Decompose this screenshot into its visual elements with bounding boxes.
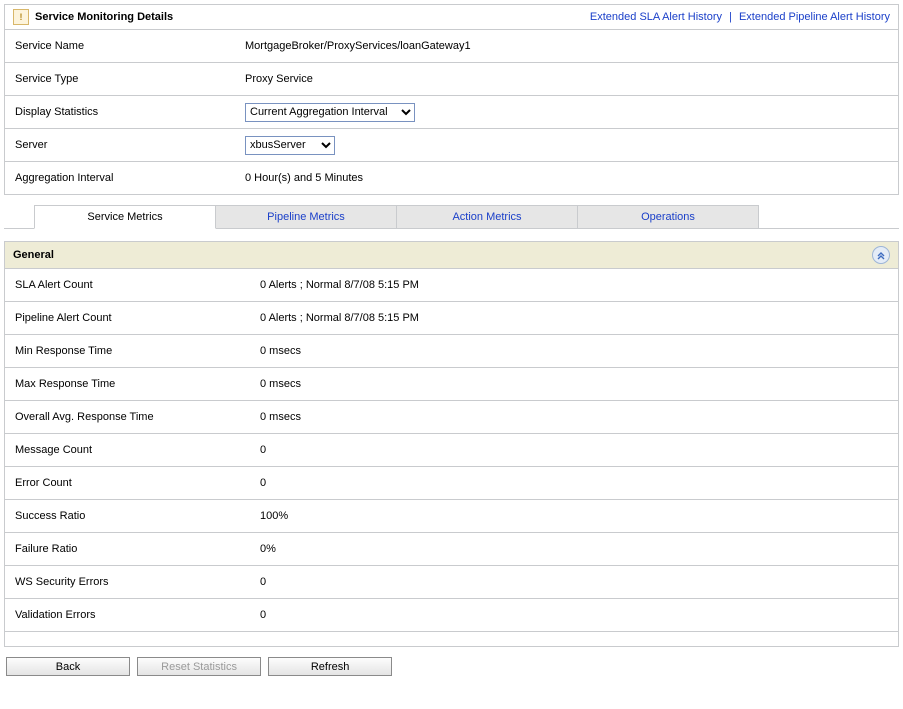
panel-title: Service Monitoring Details: [35, 11, 173, 23]
metric-label: WS Security Errors: [5, 566, 250, 599]
table-row: Error Count0: [5, 467, 898, 500]
tab-service-metrics[interactable]: Service Metrics: [34, 205, 216, 229]
metric-label: Overall Avg. Response Time: [5, 401, 250, 434]
metric-value: 0: [250, 599, 898, 632]
table-row: WS Security Errors0: [5, 566, 898, 599]
service-type-label: Service Type: [5, 63, 235, 96]
metric-label: Success Ratio: [5, 500, 250, 533]
metric-value: 0 msecs: [250, 401, 898, 434]
table-row: Failure Ratio0%: [5, 533, 898, 566]
metric-value: 0 msecs: [250, 335, 898, 368]
panel-header: ! Service Monitoring Details Extended SL…: [5, 5, 898, 30]
service-monitoring-panel: ! Service Monitoring Details Extended SL…: [4, 4, 899, 195]
table-row: Pipeline Alert Count0 Alerts ; Normal 8/…: [5, 302, 898, 335]
table-row: Overall Avg. Response Time0 msecs: [5, 401, 898, 434]
tab-action-metrics[interactable]: Action Metrics: [396, 205, 578, 229]
table-row: Message Count0: [5, 434, 898, 467]
table-row: Success Ratio100%: [5, 500, 898, 533]
server-label: Server: [5, 129, 235, 162]
general-title: General: [13, 249, 54, 261]
metric-label: Min Response Time: [5, 335, 250, 368]
metric-value: 0%: [250, 533, 898, 566]
metric-label: Pipeline Alert Count: [5, 302, 250, 335]
service-type-value: Proxy Service: [235, 63, 898, 96]
warning-icon: !: [13, 9, 29, 25]
aggregation-interval-value: 0 Hour(s) and 5 Minutes: [235, 162, 898, 195]
metric-label: SLA Alert Count: [5, 269, 250, 302]
header-links: Extended SLA Alert History | Extended Pi…: [590, 11, 890, 23]
service-info-table: Service Name MortgageBroker/ProxyService…: [5, 30, 898, 194]
metric-value: 0: [250, 566, 898, 599]
general-section-footer: [5, 631, 898, 646]
table-row: Min Response Time0 msecs: [5, 335, 898, 368]
metrics-tabs-wrap: Service Metrics Pipeline Metrics Action …: [4, 205, 899, 229]
link-separator: |: [725, 11, 736, 23]
metric-label: Message Count: [5, 434, 250, 467]
display-statistics-label: Display Statistics: [5, 96, 235, 129]
tab-operations[interactable]: Operations: [577, 205, 759, 229]
metric-value: 0: [250, 467, 898, 500]
table-row: Max Response Time0 msecs: [5, 368, 898, 401]
extended-sla-history-link[interactable]: Extended SLA Alert History: [590, 11, 722, 23]
tab-pipeline-metrics[interactable]: Pipeline Metrics: [215, 205, 397, 229]
table-row: SLA Alert Count0 Alerts ; Normal 8/7/08 …: [5, 269, 898, 302]
metrics-tabrow: Service Metrics Pipeline Metrics Action …: [34, 205, 877, 229]
button-bar: Back Reset Statistics Refresh: [4, 655, 899, 682]
general-section-header: General: [5, 242, 898, 269]
metric-value: 0 Alerts ; Normal 8/7/08 5:15 PM: [250, 302, 898, 335]
metric-label: Error Count: [5, 467, 250, 500]
back-button[interactable]: Back: [6, 657, 130, 676]
metric-label: Max Response Time: [5, 368, 250, 401]
aggregation-interval-label: Aggregation Interval: [5, 162, 235, 195]
service-name-value: MortgageBroker/ProxyServices/loanGateway…: [235, 30, 898, 63]
metric-value: 0 Alerts ; Normal 8/7/08 5:15 PM: [250, 269, 898, 302]
server-select[interactable]: xbusServer: [245, 136, 335, 155]
general-metrics-table: SLA Alert Count0 Alerts ; Normal 8/7/08 …: [5, 269, 898, 631]
metric-label: Failure Ratio: [5, 533, 250, 566]
extended-pipeline-history-link[interactable]: Extended Pipeline Alert History: [739, 11, 890, 23]
metric-value: 0: [250, 434, 898, 467]
reset-statistics-button[interactable]: Reset Statistics: [137, 657, 261, 676]
display-statistics-select[interactable]: Current Aggregation Interval: [245, 103, 415, 122]
metric-label: Validation Errors: [5, 599, 250, 632]
table-row: Validation Errors0: [5, 599, 898, 632]
general-section: General SLA Alert Count0 Alerts ; Normal…: [4, 241, 899, 647]
service-name-label: Service Name: [5, 30, 235, 63]
refresh-button[interactable]: Refresh: [268, 657, 392, 676]
svg-text:!: !: [20, 12, 23, 22]
metric-value: 0 msecs: [250, 368, 898, 401]
metric-value: 100%: [250, 500, 898, 533]
collapse-icon[interactable]: [872, 246, 890, 264]
